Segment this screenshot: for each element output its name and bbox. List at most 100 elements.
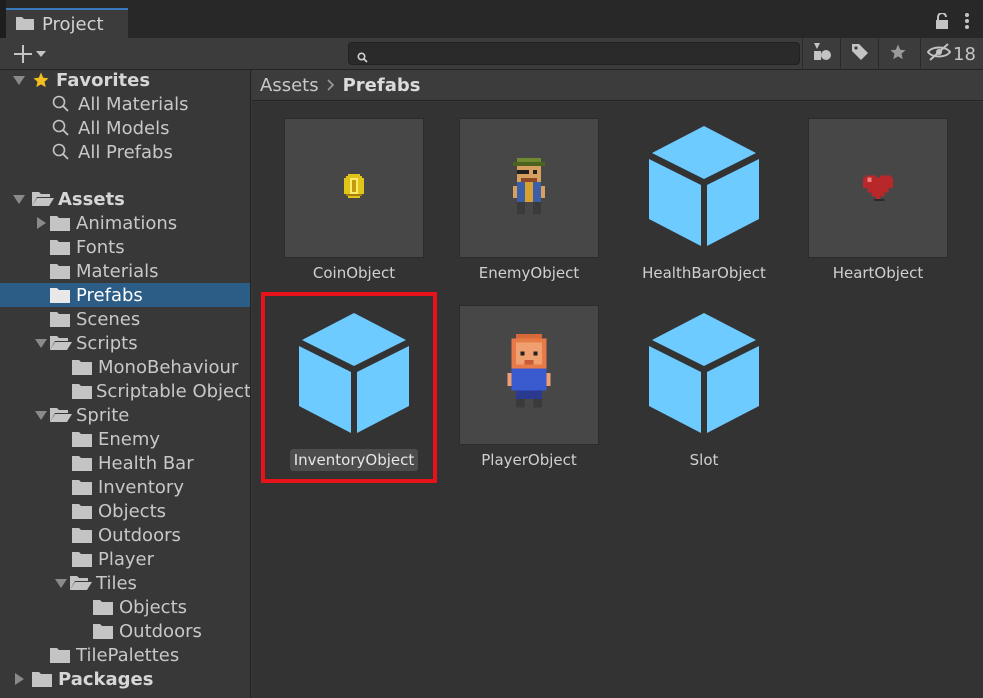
folder-icon	[93, 599, 115, 615]
asset-player-object[interactable]: PlayerObject	[437, 305, 607, 485]
tree-item-scriptable-object[interactable]: Scriptable Object	[0, 379, 250, 403]
star-icon	[889, 43, 907, 66]
folder-open-icon	[70, 575, 92, 591]
tree-item-fonts[interactable]: Fonts	[0, 235, 250, 259]
tab-title: Project	[42, 13, 104, 35]
asset-slot[interactable]: Slot	[612, 305, 782, 485]
tree-item-prefabs[interactable]: Prefabs	[0, 283, 250, 307]
tree-item-objects[interactable]: Objects	[0, 499, 250, 523]
tree-item-tile-palettes[interactable]: TilePalettes	[0, 643, 250, 667]
asset-thumbnail	[284, 118, 424, 258]
tree-item-tiles-objects[interactable]: Objects	[0, 595, 250, 619]
folder-icon	[50, 263, 72, 279]
coin-icon	[338, 170, 370, 207]
heart-icon	[861, 169, 895, 208]
tree-item-outdoors[interactable]: Outdoors	[0, 523, 250, 547]
search-by-label-button[interactable]	[840, 38, 878, 70]
more-options-icon[interactable]	[965, 13, 969, 34]
tree-item-all-materials[interactable]: All Materials	[0, 92, 250, 116]
tree-item-favorites[interactable]: Favorites	[0, 70, 250, 92]
asset-label: HealthBarObject	[642, 264, 766, 282]
asset-label: InventoryObject	[262, 449, 446, 471]
tree-label: Enemy	[98, 428, 161, 450]
folder-icon	[50, 287, 72, 303]
project-toolbar: 18	[0, 38, 983, 70]
tree-item-animations[interactable]: Animations	[0, 211, 250, 235]
asset-label: HeartObject	[832, 264, 924, 282]
collapsed-arrow-icon[interactable]	[32, 217, 50, 229]
expanded-arrow-icon[interactable]	[52, 578, 70, 588]
tree-item-assets[interactable]: Assets	[0, 187, 250, 211]
tree-label: Objects	[119, 596, 188, 618]
tab-project[interactable]: Project	[6, 8, 128, 38]
tree-label: Packages	[58, 668, 154, 690]
folder-icon	[50, 239, 72, 255]
tree-label: Scripts	[76, 332, 138, 354]
tree-item-materials[interactable]: Materials	[0, 259, 250, 283]
tree-label: Outdoors	[119, 620, 202, 642]
favorite-button[interactable]	[878, 38, 916, 70]
asset-health-bar-object[interactable]: HealthBarObject	[612, 118, 782, 298]
star-icon	[32, 71, 52, 89]
enemy-sprite-icon	[509, 157, 549, 219]
folder-icon	[50, 311, 72, 327]
tree-label: All Materials	[78, 93, 189, 115]
asset-inventory-object[interactable]: InventoryObject	[262, 305, 432, 485]
asset-grid: CoinObject EnemyObject HealthBarObject H…	[252, 102, 983, 698]
folder-tree: Favorites All Materials All Models All P…	[0, 70, 251, 698]
tree-label: TilePalettes	[76, 644, 180, 666]
tree-label: Fonts	[76, 236, 125, 258]
tree-label: MonoBehaviour	[98, 356, 239, 378]
tree-item-all-prefabs[interactable]: All Prefabs	[0, 140, 250, 164]
tree-item-tiles-outdoors[interactable]: Outdoors	[0, 619, 250, 643]
folder-icon	[72, 551, 94, 567]
asset-thumbnail	[284, 305, 424, 445]
tree-item-scripts[interactable]: Scripts	[0, 331, 250, 355]
asset-thumbnail	[808, 118, 948, 258]
tree-item-scenes[interactable]: Scenes	[0, 307, 250, 331]
tree-label: Inventory	[98, 476, 184, 498]
tree-item-packages[interactable]: Packages	[0, 667, 250, 691]
tree-item-all-models[interactable]: All Models	[0, 116, 250, 140]
tree-label: All Prefabs	[78, 141, 173, 163]
tree-label: Materials	[76, 260, 159, 282]
player-sprite-icon	[503, 333, 555, 417]
folder-open-icon	[32, 191, 54, 207]
folder-icon	[72, 359, 94, 375]
tree-label: Outdoors	[98, 524, 181, 546]
folder-icon	[72, 527, 94, 543]
chevron-right-icon	[327, 75, 335, 96]
tree-label: Prefabs	[76, 284, 143, 306]
tree-item-tiles[interactable]: Tiles	[0, 571, 250, 595]
search-icon	[52, 143, 74, 161]
eye-hidden-icon	[926, 42, 952, 66]
asset-coin-object[interactable]: CoinObject	[262, 118, 432, 298]
tree-label: Health Bar	[98, 452, 194, 474]
asset-heart-object[interactable]: HeartObject	[786, 118, 956, 298]
tree-item-health-bar[interactable]: Health Bar	[0, 451, 250, 475]
breadcrumb-prefabs[interactable]: Prefabs	[343, 75, 421, 96]
tree-item-mono-behaviour[interactable]: MonoBehaviour	[0, 355, 250, 379]
expanded-arrow-icon[interactable]	[10, 75, 28, 85]
hidden-packages-toggle[interactable]: 18	[920, 38, 983, 70]
breadcrumb-assets[interactable]: Assets	[260, 75, 319, 96]
folder-icon	[93, 623, 115, 639]
tree-item-enemy[interactable]: Enemy	[0, 427, 250, 451]
expanded-arrow-icon[interactable]	[10, 194, 28, 204]
tree-item-sprite[interactable]: Sprite	[0, 403, 250, 427]
search-by-type-button[interactable]	[802, 38, 840, 70]
expanded-arrow-icon[interactable]	[32, 410, 50, 420]
search-input[interactable]	[348, 42, 800, 65]
tree-item-inventory[interactable]: Inventory	[0, 475, 250, 499]
create-button[interactable]	[14, 42, 54, 66]
asset-thumbnail	[634, 305, 774, 445]
lock-icon[interactable]	[935, 12, 949, 34]
plus-icon	[14, 45, 32, 63]
expanded-arrow-icon[interactable]	[32, 338, 50, 348]
folder-icon	[50, 647, 72, 663]
tree-item-player[interactable]: Player	[0, 547, 250, 571]
tree-label: Tiles	[96, 572, 137, 594]
asset-label: CoinObject	[312, 264, 396, 282]
asset-enemy-object[interactable]: EnemyObject	[437, 118, 607, 298]
collapsed-arrow-icon[interactable]	[10, 673, 28, 685]
